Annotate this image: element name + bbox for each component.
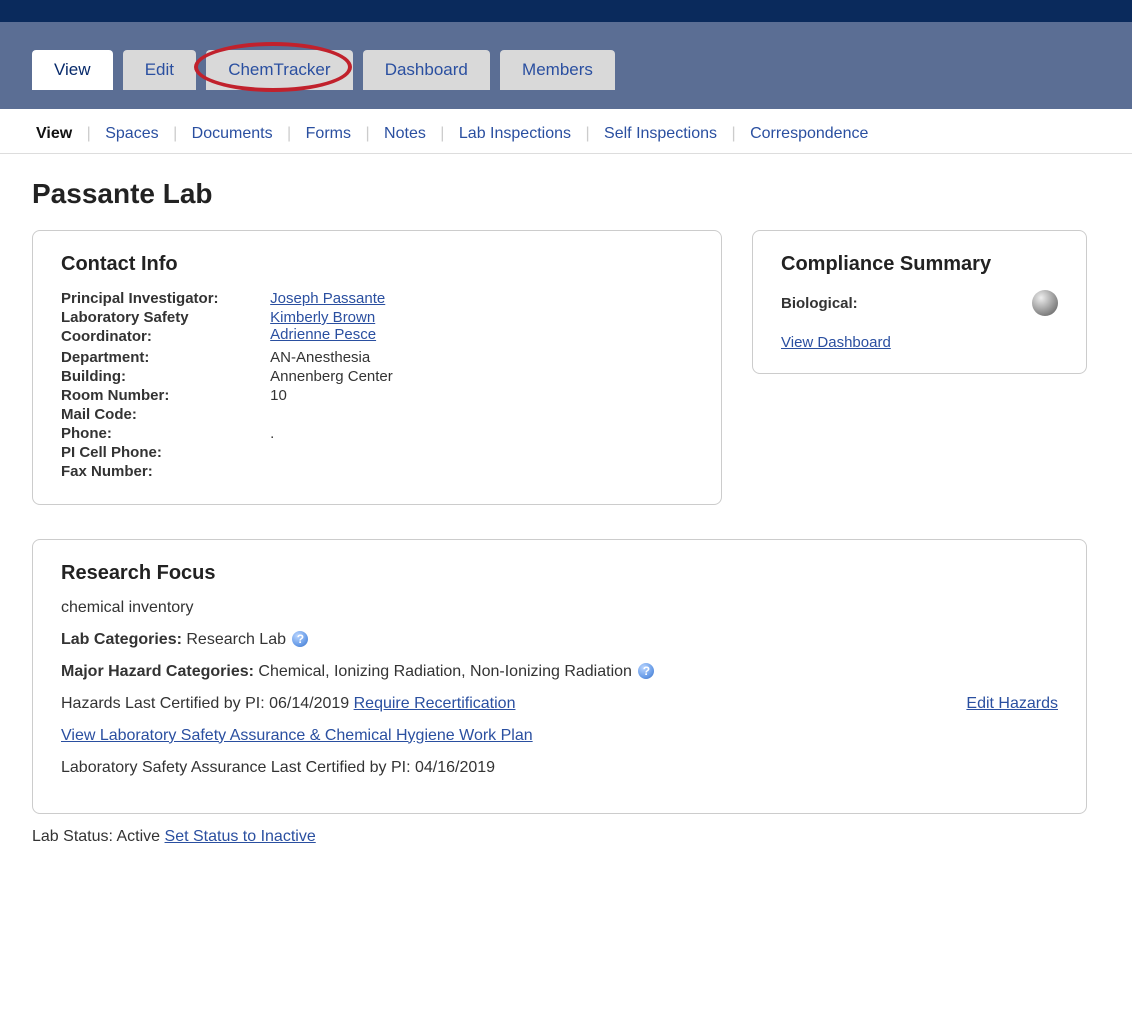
- subtab-documents[interactable]: Documents: [188, 125, 277, 142]
- compliance-summary-card: Compliance Summary Biological: View Dash…: [752, 230, 1087, 374]
- subtab-view[interactable]: View: [32, 125, 76, 142]
- lab-categories-label: Lab Categories:: [61, 631, 182, 648]
- lsc-label: Laboratory Safety Coordinator:: [61, 309, 266, 347]
- subtab-lab-inspections[interactable]: Lab Inspections: [455, 125, 575, 142]
- view-dashboard-link[interactable]: View Dashboard: [781, 334, 891, 351]
- status-sphere-icon: [1032, 290, 1058, 316]
- view-lsa-plan-link[interactable]: View Laboratory Safety Assurance & Chemi…: [61, 727, 533, 744]
- hazards-certified-text: Hazards Last Certified by PI: 06/14/2019: [61, 695, 354, 712]
- compliance-heading: Compliance Summary: [781, 253, 1058, 276]
- research-focus-heading: Research Focus: [61, 562, 1058, 585]
- subtab-self-inspections[interactable]: Self Inspections: [600, 125, 721, 142]
- room-value: 10: [270, 387, 287, 404]
- tab-members[interactable]: Members: [500, 50, 615, 90]
- top-banner: [0, 0, 1132, 22]
- mail-label: Mail Code:: [61, 406, 266, 423]
- research-focus-text: chemical inventory: [61, 599, 1058, 617]
- building-label: Building:: [61, 368, 266, 385]
- phone-value: .: [270, 425, 274, 442]
- building-value: Annenberg Center: [270, 368, 393, 385]
- subtab-notes[interactable]: Notes: [380, 125, 430, 142]
- help-icon[interactable]: ?: [638, 663, 654, 679]
- lsc-link-2[interactable]: Adrienne Pesce: [270, 326, 376, 343]
- require-recertification-link[interactable]: Require Recertification: [354, 695, 516, 712]
- major-hazard-value: Chemical, Ionizing Radiation, Non-Ionizi…: [258, 663, 632, 680]
- help-icon[interactable]: ?: [292, 631, 308, 647]
- lsc-link-1[interactable]: Kimberly Brown: [270, 309, 375, 326]
- phone-label: Phone:: [61, 425, 266, 442]
- dept-value: AN-Anesthesia: [270, 349, 370, 366]
- page-title: Passante Lab: [32, 178, 1100, 210]
- research-focus-card: Research Focus chemical inventory Lab Ca…: [32, 539, 1087, 814]
- subtab-correspondence[interactable]: Correspondence: [746, 125, 872, 142]
- dept-label: Department:: [61, 349, 266, 366]
- tab-view[interactable]: View: [32, 50, 113, 90]
- edit-hazards-link[interactable]: Edit Hazards: [966, 695, 1058, 713]
- pi-label: Principal Investigator:: [61, 290, 266, 307]
- lsa-certified-text: Laboratory Safety Assurance Last Certifi…: [61, 759, 1058, 777]
- contact-info-heading: Contact Info: [61, 253, 693, 276]
- tab-chemtracker[interactable]: ChemTracker: [206, 50, 352, 90]
- lab-categories-value: Research Lab: [186, 631, 286, 648]
- compliance-bio-label: Biological:: [781, 295, 858, 312]
- room-label: Room Number:: [61, 387, 266, 404]
- content-area: Passante Lab Contact Info Principal Inve…: [0, 154, 1132, 866]
- tab-dashboard[interactable]: Dashboard: [363, 50, 490, 90]
- pi-link[interactable]: Joseph Passante: [270, 290, 385, 307]
- lab-status-text: Lab Status: Active: [32, 828, 165, 845]
- contact-info-card: Contact Info Principal Investigator: Jos…: [32, 230, 722, 505]
- subtab-forms[interactable]: Forms: [302, 125, 355, 142]
- primary-tabs: View Edit ChemTracker Dashboard Members: [0, 22, 1132, 109]
- picell-label: PI Cell Phone:: [61, 444, 266, 461]
- fax-label: Fax Number:: [61, 463, 266, 480]
- set-status-inactive-link[interactable]: Set Status to Inactive: [165, 828, 316, 845]
- subtab-spaces[interactable]: Spaces: [101, 125, 162, 142]
- tab-edit[interactable]: Edit: [123, 50, 196, 90]
- secondary-tabs: View | Spaces | Documents | Forms | Note…: [0, 109, 1132, 154]
- major-hazard-label: Major Hazard Categories:: [61, 663, 254, 680]
